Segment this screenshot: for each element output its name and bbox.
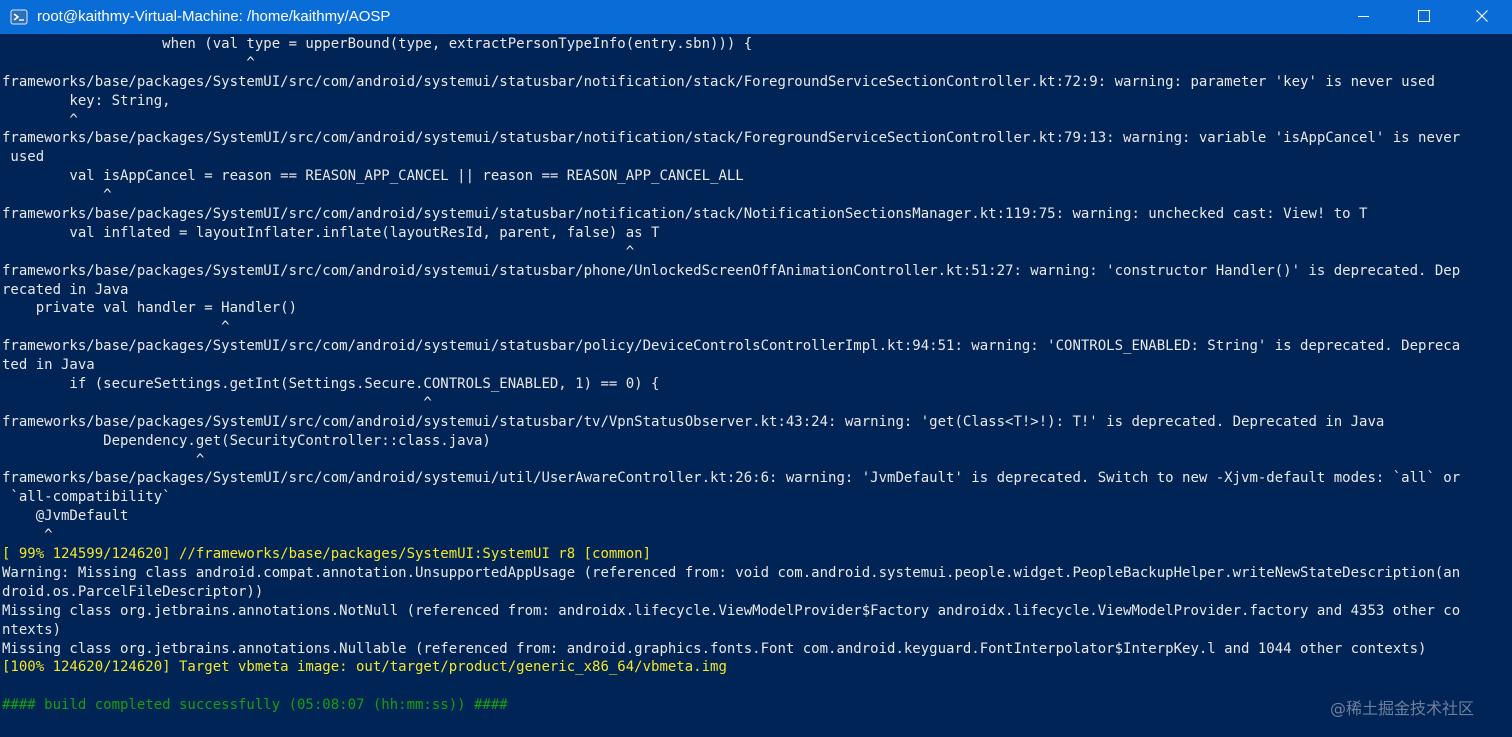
- terminal-line: used: [2, 149, 45, 166]
- terminal-line: #### build completed successfully (05:08…: [2, 697, 508, 714]
- terminal-line: frameworks/base/packages/SystemUI/src/co…: [2, 470, 1461, 487]
- terminal-line: frameworks/base/packages/SystemUI/src/co…: [2, 413, 1385, 430]
- terminal-line: `all-compatibility`: [2, 489, 171, 506]
- close-icon: [1476, 9, 1488, 26]
- terminal-line: [100% 124620/124620] Target vbmeta image…: [2, 659, 727, 676]
- terminal-line: ^: [2, 451, 205, 468]
- terminal-line: key: String,: [2, 92, 171, 109]
- terminal-line: when (val type = upperBound(type, extrac…: [2, 36, 753, 52]
- terminal-line: ^: [2, 54, 255, 71]
- terminal-line: Missing class org.jetbrains.annotations.…: [2, 602, 1461, 619]
- scrollbar[interactable]: [1494, 35, 1510, 735]
- terminal-line: val inflated = layoutInflater.inflate(la…: [2, 224, 660, 241]
- terminal-line: ^: [2, 527, 53, 544]
- terminal-line: ^: [2, 243, 635, 260]
- terminal-line: if (secureSettings.getInt(Settings.Secur…: [2, 376, 660, 393]
- terminal-output[interactable]: when (val type = upperBound(type, extrac…: [2, 35, 1490, 735]
- close-button[interactable]: [1452, 0, 1512, 34]
- powershell-icon: [10, 8, 28, 26]
- title-bar[interactable]: root@kaithmy-Virtual-Machine: /home/kait…: [0, 0, 1512, 34]
- terminal-line: Warning: Missing class android.compat.an…: [2, 564, 1461, 581]
- maximize-icon: [1418, 9, 1430, 26]
- terminal-line: @JvmDefault: [2, 508, 129, 525]
- terminal-line: Missing class org.jetbrains.annotations.…: [2, 640, 1427, 657]
- terminal-window: root@kaithmy-Virtual-Machine: /home/kait…: [0, 0, 1512, 737]
- terminal-line: ^: [2, 187, 112, 204]
- terminal-line: [ 99% 124599/124620] //frameworks/base/p…: [2, 546, 652, 563]
- terminal-line: recated in Java: [2, 281, 129, 298]
- terminal-line: ted in Java: [2, 357, 95, 374]
- minimize-icon: [1358, 9, 1370, 26]
- terminal-line: ^: [2, 319, 230, 336]
- terminal-line: frameworks/base/packages/SystemUI/src/co…: [2, 73, 1435, 90]
- terminal-line: ^: [2, 111, 78, 128]
- watermark: @稀土掘金技术社区: [1330, 699, 1475, 718]
- terminal-line: frameworks/base/packages/SystemUI/src/co…: [2, 262, 1461, 279]
- terminal-line: private val handler = Handler(): [2, 300, 298, 317]
- maximize-button[interactable]: [1394, 0, 1454, 34]
- terminal-line: Dependency.get(SecurityController::class…: [2, 432, 491, 449]
- terminal-line: frameworks/base/packages/SystemUI/src/co…: [2, 338, 1461, 355]
- terminal-line: val isAppCancel = reason == REASON_APP_C…: [2, 168, 744, 185]
- terminal-line: frameworks/base/packages/SystemUI/src/co…: [2, 130, 1461, 147]
- terminal-line: ntexts): [2, 621, 62, 638]
- minimize-button[interactable]: [1334, 0, 1394, 34]
- window-title: root@kaithmy-Virtual-Machine: /home/kait…: [37, 8, 391, 25]
- terminal-line: droid.os.ParcelFileDescriptor)): [2, 583, 264, 600]
- terminal-line: ^: [2, 394, 432, 411]
- terminal-line: frameworks/base/packages/SystemUI/src/co…: [2, 206, 1368, 223]
